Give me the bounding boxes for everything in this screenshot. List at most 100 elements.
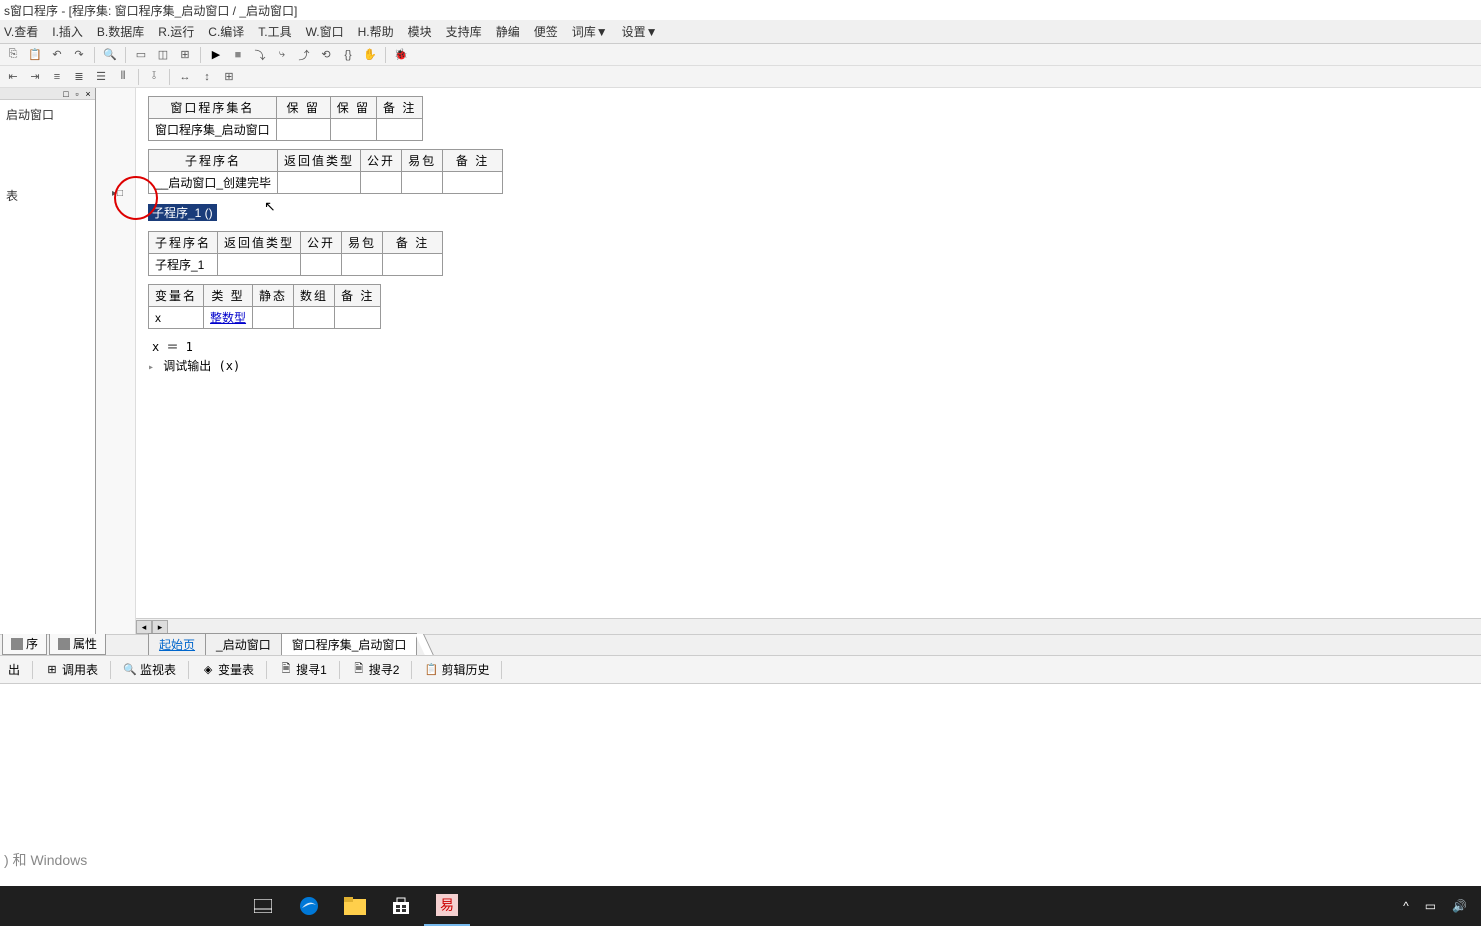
eyuyan-app-icon[interactable]: 易: [424, 886, 470, 926]
calltable-icon: ⊞: [45, 663, 59, 677]
edge-icon[interactable]: [286, 886, 332, 926]
run-icon[interactable]: ▶: [207, 46, 225, 64]
asm-name-cell[interactable]: 窗口程序集_启动窗口: [149, 119, 277, 141]
sidebar-tab-xu[interactable]: 序: [2, 632, 47, 655]
sub2-name-cell[interactable]: 子程序_1: [149, 254, 218, 276]
tray-up-icon[interactable]: ^: [1397, 895, 1415, 917]
sidebar-item-table[interactable]: 表: [2, 185, 93, 206]
sub1-remark-cell[interactable]: [443, 172, 503, 194]
bp-watch[interactable]: 🔍监视表: [119, 659, 180, 680]
braces-icon[interactable]: {}: [339, 46, 357, 64]
bp-vars[interactable]: ◈变量表: [197, 659, 258, 680]
align2-icon[interactable]: ≣: [70, 68, 88, 86]
store-icon[interactable]: [378, 886, 424, 926]
find-icon[interactable]: 🔍: [101, 46, 119, 64]
bp-clipboard[interactable]: 📋剪辑历史: [420, 659, 493, 680]
var-array-cell[interactable]: [294, 307, 335, 329]
menu-bianqian[interactable]: 便签: [534, 23, 558, 40]
scroll-left-icon[interactable]: ◂: [136, 620, 152, 634]
bp-calltable-label: 调用表: [62, 661, 98, 678]
sub2-remark-cell[interactable]: [383, 254, 443, 276]
tray-network-icon[interactable]: ▭: [1419, 895, 1442, 917]
filter-icon[interactable]: ⫱: [145, 68, 163, 86]
bp-search2[interactable]: 🗎搜寻2: [348, 659, 404, 680]
asm-res1-cell[interactable]: [276, 119, 330, 141]
tab-window[interactable]: _启动窗口: [205, 633, 282, 655]
menu-insert[interactable]: I.插入: [52, 23, 83, 40]
menu-module[interactable]: 模块: [408, 23, 432, 40]
align4-icon[interactable]: ⫴: [114, 68, 132, 86]
file-explorer-icon[interactable]: [332, 886, 378, 926]
menu-help[interactable]: H.帮助: [358, 23, 394, 40]
align3-icon[interactable]: ☰: [92, 68, 110, 86]
step-over-icon[interactable]: ⤵: [251, 46, 269, 64]
current-exec-line[interactable]: 子程序_1 (): [148, 204, 217, 221]
code-line-assign[interactable]: x ＝ 1: [152, 337, 1469, 356]
sidebar-min-icon[interactable]: □: [61, 89, 71, 99]
step-out-icon[interactable]: ⤴: [295, 46, 313, 64]
tab-start[interactable]: 起始页: [148, 633, 206, 655]
sidebar-close-icon[interactable]: ×: [83, 89, 93, 99]
bp-search1[interactable]: 🗎搜寻1: [275, 659, 331, 680]
menu-settings[interactable]: 设置▼: [622, 23, 658, 40]
stop-icon[interactable]: ■: [229, 46, 247, 64]
paste-icon[interactable]: 📋: [26, 46, 44, 64]
bp-calltable[interactable]: ⊞调用表: [41, 659, 102, 680]
layout2-icon[interactable]: ◫: [154, 46, 172, 64]
code-editor[interactable]: 窗口程序集名 保 留 保 留 备 注 窗口程序集_启动窗口 子程序名 返回值类型…: [136, 88, 1481, 634]
menu-window[interactable]: W.窗口: [306, 23, 344, 40]
sidebar-tab-attr[interactable]: 属性: [49, 632, 106, 655]
bp-output[interactable]: 出: [4, 659, 24, 680]
menu-cilib[interactable]: 词库▼: [572, 23, 608, 40]
editor-hscrollbar[interactable]: ◂ ▸: [136, 618, 1481, 634]
tab-assembly[interactable]: 窗口程序集_启动窗口: [281, 633, 418, 655]
sub2-pkg-cell[interactable]: [342, 254, 383, 276]
hand-icon[interactable]: ✋: [361, 46, 379, 64]
scroll-right-icon[interactable]: ▸: [152, 620, 168, 634]
menu-run[interactable]: R.运行: [158, 23, 194, 40]
step-back-icon[interactable]: ⟲: [317, 46, 335, 64]
align1-icon[interactable]: ≡: [48, 68, 66, 86]
var-type-cell[interactable]: 整数型: [204, 307, 253, 329]
undo-icon[interactable]: ↶: [48, 46, 66, 64]
asm-hdr-res1: 保 留: [276, 97, 330, 119]
type-link[interactable]: 整数型: [210, 311, 246, 325]
tray-volume-icon[interactable]: 🔊: [1446, 895, 1473, 917]
menu-tools[interactable]: T.工具: [258, 23, 291, 40]
sub2-pub-cell[interactable]: [301, 254, 342, 276]
menu-support[interactable]: 支持库: [446, 23, 482, 40]
redo-icon[interactable]: ↷: [70, 46, 88, 64]
menu-compile[interactable]: C.编译: [208, 23, 244, 40]
sub1-ret-cell[interactable]: [278, 172, 361, 194]
task-view-icon[interactable]: [240, 886, 286, 926]
layout1-icon[interactable]: ▭: [132, 46, 150, 64]
asm-res2-cell[interactable]: [330, 119, 376, 141]
width-icon[interactable]: ↔: [176, 68, 194, 86]
height-icon[interactable]: ↕: [198, 68, 216, 86]
menu-jingbian[interactable]: 静编: [496, 23, 520, 40]
fold-expand-icon[interactable]: ▸□: [112, 188, 123, 199]
layout3-icon[interactable]: ⊞: [176, 46, 194, 64]
sub1-pub-cell[interactable]: [361, 172, 402, 194]
menu-db[interactable]: B.数据库: [97, 23, 144, 40]
var-static-cell[interactable]: [253, 307, 294, 329]
code-line-debugout[interactable]: ▸ 调试输出 (x): [148, 356, 1469, 375]
grid-icon[interactable]: ⊞: [220, 68, 238, 86]
copy-icon[interactable]: ⎘: [4, 46, 22, 64]
sub2-hdr-pkg: 易包: [342, 232, 383, 254]
step-into-icon[interactable]: ⤷: [273, 46, 291, 64]
outdent-icon[interactable]: ⇤: [4, 68, 22, 86]
props-icon: [58, 638, 70, 650]
var-hdr-static: 静态: [253, 285, 294, 307]
sidebar-pin-icon[interactable]: ▫: [72, 89, 82, 99]
var-name-cell[interactable]: x: [149, 307, 204, 329]
sidebar-item-startwindow[interactable]: 启动窗口: [2, 104, 93, 125]
sub1-name-cell[interactable]: __启动窗口_创建完毕: [149, 172, 278, 194]
menu-view[interactable]: V.查看: [4, 23, 38, 40]
sub1-pkg-cell[interactable]: [402, 172, 443, 194]
asm-remark-cell[interactable]: [377, 119, 423, 141]
sub2-ret-cell[interactable]: [218, 254, 301, 276]
indent-icon[interactable]: ⇥: [26, 68, 44, 86]
var-remark-cell[interactable]: [335, 307, 381, 329]
bug-icon[interactable]: 🐞: [392, 46, 410, 64]
